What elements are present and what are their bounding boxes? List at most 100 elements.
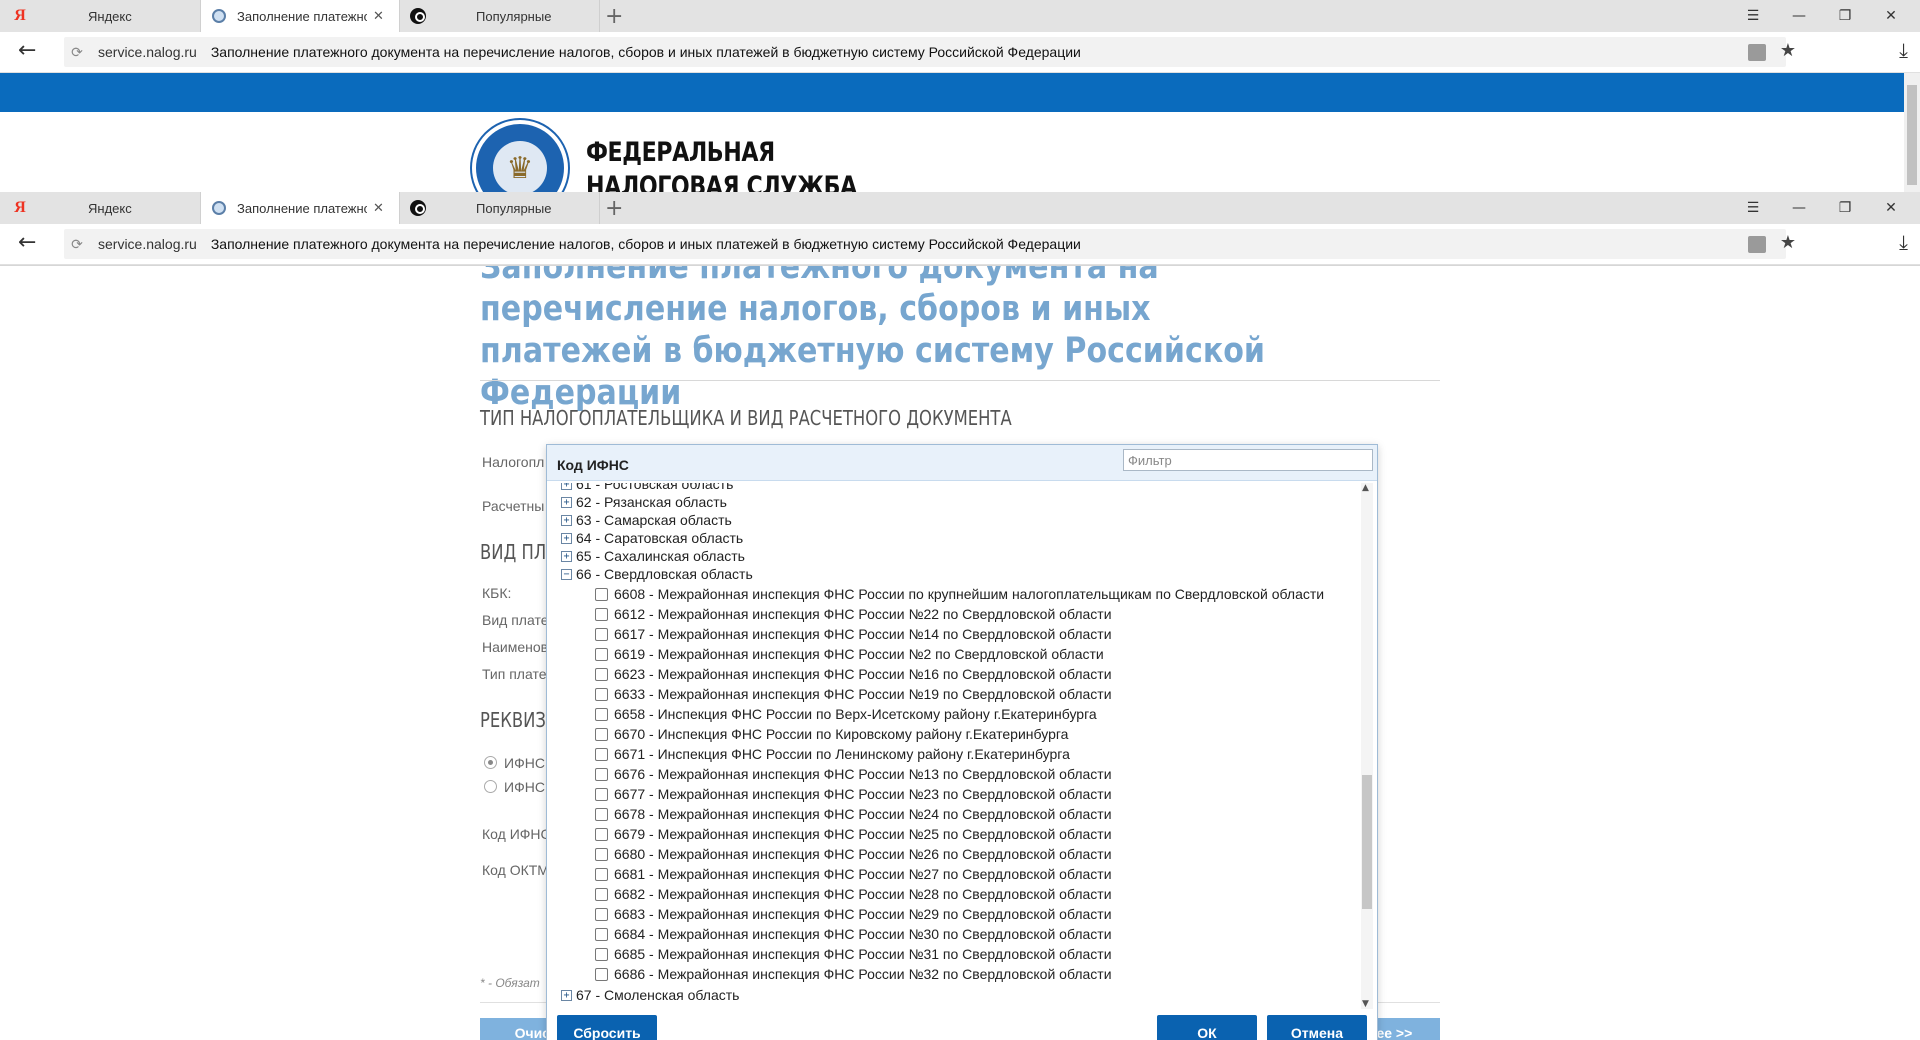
minimize-icon[interactable]: —: [1776, 0, 1822, 32]
item-checkbox[interactable]: [595, 767, 608, 781]
back-arrow-icon[interactable]: ←: [18, 38, 36, 63]
list-item[interactable]: 6679 - Межрайонная инспекция ФНС России …: [595, 824, 1112, 844]
tab-yandex[interactable]: Я Яндекс: [0, 192, 200, 224]
scroll-down-arrow-icon[interactable]: ▼: [1362, 999, 1369, 1009]
item-checkbox[interactable]: [595, 747, 608, 761]
download-icon[interactable]: ⤓: [1899, 230, 1908, 254]
page-scrollbar[interactable]: [1904, 73, 1920, 193]
tab-label: Популярные: [476, 200, 552, 216]
list-item[interactable]: 6682 - Межрайонная инспекция ФНС России …: [595, 884, 1112, 904]
item-checkbox[interactable]: [595, 927, 608, 941]
item-checkbox[interactable]: [595, 827, 608, 841]
tree-scrollbar-thumb[interactable]: [1362, 775, 1372, 909]
list-item[interactable]: 6680 - Межрайонная инспекция ФНС России …: [595, 844, 1112, 864]
address-bar[interactable]: ⟳ service.nalog.ru Заполнение платежного…: [64, 229, 1796, 259]
expand-icon[interactable]: +: [561, 483, 572, 490]
item-checkbox[interactable]: [595, 967, 608, 981]
list-item[interactable]: 6677 - Межрайонная инспекция ФНС России …: [595, 784, 1112, 804]
menu-icon[interactable]: ☰: [1730, 192, 1776, 224]
list-item[interactable]: 6684 - Межрайонная инспекция ФНС России …: [595, 924, 1112, 944]
item-checkbox[interactable]: [595, 607, 608, 621]
bookmark-star-icon[interactable]: ★: [1780, 40, 1796, 61]
list-item[interactable]: 6608 - Межрайонная инспекция ФНС России …: [595, 584, 1324, 604]
close-tab-icon[interactable]: ✕: [373, 200, 384, 216]
expand-icon[interactable]: +: [561, 532, 572, 544]
close-window-icon[interactable]: ✕: [1868, 0, 1914, 32]
tree-region[interactable]: +64 - Саратовская область: [561, 529, 743, 547]
tree-region[interactable]: +61 - Ростовская область: [561, 483, 733, 493]
item-checkbox[interactable]: [595, 947, 608, 961]
list-item[interactable]: 6676 - Межрайонная инспекция ФНС России …: [595, 764, 1112, 784]
list-item[interactable]: 6671 - Инспекция ФНС России по Ленинском…: [595, 744, 1070, 764]
list-item[interactable]: 6619 - Межрайонная инспекция ФНС России …: [595, 644, 1104, 664]
bookmark-star-icon[interactable]: ★: [1780, 232, 1796, 253]
expand-icon[interactable]: +: [561, 496, 572, 508]
tab-yandex[interactable]: Я Яндекс: [0, 0, 200, 32]
ok-button[interactable]: ОК: [1157, 1015, 1257, 1040]
tree-region-expanded[interactable]: −66 - Свердловская область: [561, 565, 753, 583]
item-checkbox[interactable]: [595, 687, 608, 701]
tree-region[interactable]: +63 - Самарская область: [561, 511, 732, 529]
tree-scrollbar[interactable]: ▲ ▼: [1361, 483, 1373, 1009]
list-item[interactable]: 6633 - Межрайонная инспекция ФНС России …: [595, 684, 1112, 704]
item-checkbox[interactable]: [595, 907, 608, 921]
item-checkbox[interactable]: [595, 867, 608, 881]
item-checkbox[interactable]: [595, 787, 608, 801]
new-tab-button[interactable]: +: [605, 196, 623, 221]
ifns-radio-2[interactable]: [484, 780, 497, 793]
item-checkbox[interactable]: [595, 627, 608, 641]
list-item[interactable]: 6681 - Межрайонная инспекция ФНС России …: [595, 864, 1112, 884]
lock-icon[interactable]: [1748, 236, 1766, 253]
item-checkbox[interactable]: [595, 727, 608, 741]
close-window-icon[interactable]: ✕: [1868, 192, 1914, 224]
payment-name-label: Наименов: [482, 639, 549, 655]
expand-icon[interactable]: +: [561, 514, 572, 526]
item-checkbox[interactable]: [595, 647, 608, 661]
scroll-up-arrow-icon[interactable]: ▲: [1362, 483, 1369, 493]
collapse-icon[interactable]: −: [561, 568, 572, 580]
list-item[interactable]: 6685 - Межрайонная инспекция ФНС России …: [595, 944, 1112, 964]
back-arrow-icon[interactable]: ←: [18, 230, 36, 255]
tree-region[interactable]: +62 - Рязанская область: [561, 493, 727, 511]
reload-icon[interactable]: ⟳: [64, 44, 90, 61]
tab-nalog[interactable]: Заполнение платежного ✕: [200, 192, 400, 224]
dialog-title: Код ИФНС: [557, 457, 629, 473]
scrollbar-thumb[interactable]: [1907, 85, 1917, 185]
list-item[interactable]: 6617 - Межрайонная инспекция ФНС России …: [595, 624, 1112, 644]
list-item[interactable]: 6612 - Межрайонная инспекция ФНС России …: [595, 604, 1112, 624]
minimize-icon[interactable]: —: [1776, 192, 1822, 224]
list-item[interactable]: 6683 - Межрайонная инспекция ФНС России …: [595, 904, 1112, 924]
download-icon[interactable]: ⤓: [1899, 38, 1908, 62]
list-item[interactable]: 6686 - Межрайонная инспекция ФНС России …: [595, 964, 1112, 984]
list-item[interactable]: 6623 - Межрайонная инспекция ФНС России …: [595, 664, 1112, 684]
list-item[interactable]: 6670 - Инспекция ФНС России по Кировском…: [595, 724, 1068, 744]
lock-icon[interactable]: [1748, 44, 1766, 61]
item-label: 6682 - Межрайонная инспекция ФНС России …: [614, 886, 1112, 902]
expand-icon[interactable]: +: [561, 550, 572, 562]
close-tab-icon[interactable]: ✕: [373, 8, 384, 24]
expand-icon[interactable]: +: [561, 989, 572, 1001]
new-tab-button[interactable]: +: [605, 4, 623, 29]
tab-nalog[interactable]: Заполнение платежного ✕: [200, 0, 400, 32]
reload-icon[interactable]: ⟳: [64, 236, 90, 253]
restore-icon[interactable]: ❐: [1822, 0, 1868, 32]
menu-icon[interactable]: ☰: [1730, 0, 1776, 32]
address-bar[interactable]: ⟳ service.nalog.ru Заполнение платежного…: [64, 37, 1796, 67]
item-checkbox[interactable]: [595, 887, 608, 901]
tab-popular[interactable]: Популярные: [400, 0, 600, 32]
ifns-radio-1[interactable]: [484, 756, 497, 769]
filter-input[interactable]: [1123, 449, 1373, 471]
item-checkbox[interactable]: [595, 707, 608, 721]
item-checkbox[interactable]: [595, 807, 608, 821]
restore-icon[interactable]: ❐: [1822, 192, 1868, 224]
reset-button[interactable]: Сбросить: [557, 1015, 657, 1040]
list-item[interactable]: 6678 - Межрайонная инспекция ФНС России …: [595, 804, 1112, 824]
item-checkbox[interactable]: [595, 667, 608, 681]
list-item[interactable]: 6658 - Инспекция ФНС России по Верх-Исет…: [595, 704, 1097, 724]
cancel-button[interactable]: Отмена: [1267, 1015, 1367, 1040]
tree-region[interactable]: +65 - Сахалинская область: [561, 547, 745, 565]
item-checkbox[interactable]: [595, 847, 608, 861]
item-checkbox[interactable]: [595, 587, 608, 601]
tab-popular[interactable]: Популярные: [400, 192, 600, 224]
tree-region[interactable]: +67 - Смоленская область: [561, 986, 739, 1004]
